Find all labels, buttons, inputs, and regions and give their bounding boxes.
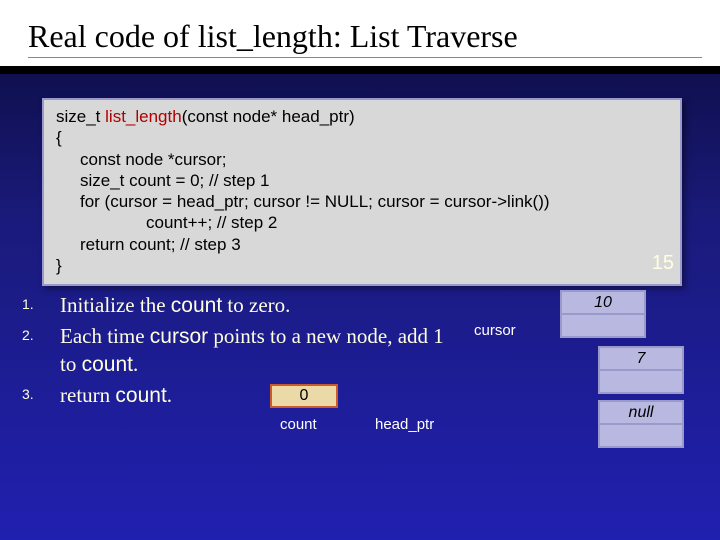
list-text: return count. — [60, 382, 452, 409]
headptr-label: head_ptr — [375, 416, 434, 433]
code-brace-open: { — [56, 127, 668, 148]
slide-title: Real code of list_length: List Traverse — [28, 18, 702, 58]
list-number: 2. — [22, 323, 60, 378]
node-value: null — [598, 400, 684, 424]
list-text: Each time cursor points to a new node, a… — [60, 323, 452, 378]
linked-list-node: 7 — [598, 346, 684, 394]
linked-list-node: 10 — [560, 290, 646, 338]
node-value: 7 — [598, 346, 684, 370]
count-box: 0 — [270, 384, 338, 408]
page-number: 15 — [652, 252, 674, 275]
title-divider — [0, 66, 720, 74]
list-item: 3. return count. — [22, 382, 452, 409]
code-line: for (cursor = head_ptr; cursor != NULL; … — [56, 191, 668, 212]
code-line: const node *cursor; — [56, 149, 668, 170]
node-link — [560, 314, 646, 338]
code-line: count++; // step 2 — [56, 212, 668, 233]
list-item: 2. Each time cursor points to a new node… — [22, 323, 452, 378]
count-label: count — [280, 416, 317, 433]
list-text: Initialize the count to zero. — [60, 292, 452, 319]
list-item: 1. Initialize the count to zero. — [22, 292, 452, 319]
linked-list-node: null — [598, 400, 684, 448]
node-link — [598, 370, 684, 394]
list-number: 3. — [22, 382, 60, 409]
code-signature: size_t list_length(const node* head_ptr) — [56, 106, 668, 127]
node-link — [598, 424, 684, 448]
steps-list: 1. Initialize the count to zero. 2. Each… — [22, 292, 452, 413]
code-box: size_t list_length(const node* head_ptr)… — [42, 98, 682, 286]
slide-body: size_t list_length(const node* head_ptr)… — [0, 74, 720, 536]
code-fn-name: list_length — [105, 107, 182, 126]
title-area: Real code of list_length: List Traverse — [0, 0, 720, 66]
code-brace-close: } — [56, 255, 668, 276]
cursor-label: cursor — [474, 322, 516, 339]
list-number: 1. — [22, 292, 60, 319]
code-line: return count; // step 3 — [56, 234, 668, 255]
code-line: size_t count = 0; // step 1 — [56, 170, 668, 191]
node-value: 10 — [560, 290, 646, 314]
